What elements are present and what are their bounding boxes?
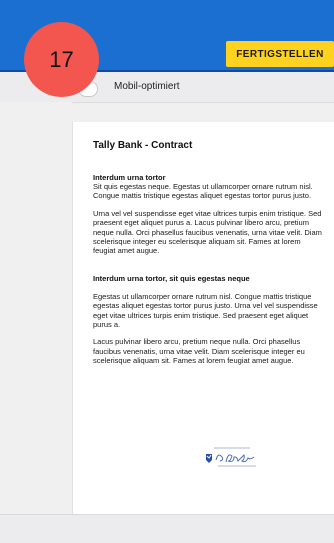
bottom-bar (0, 514, 334, 543)
section-heading: Interdum urna tortor (93, 173, 166, 182)
section-heading: Interdum urna tortor, sit quis egestas n… (93, 273, 250, 283)
left-gutter (0, 102, 72, 514)
step-number-badge: 17 (24, 22, 99, 97)
signature-image (206, 447, 256, 467)
mobile-optimized-label: Mobil-optimiert (114, 81, 180, 92)
paragraph: Sit quis egestas neque. Egestas ut ullam… (93, 182, 313, 201)
paragraph: Urna vel vel suspendisse eget vitae ultr… (93, 208, 322, 256)
document-title: Tally Bank - Contract (93, 140, 193, 151)
paragraph: Egestas ut ullamcorper ornare rutrum nis… (93, 291, 318, 330)
finish-button[interactable]: FERTIGSTELLEN (226, 41, 334, 67)
paragraph: Lacus pulvinar libero arcu, pretium nequ… (93, 337, 305, 366)
